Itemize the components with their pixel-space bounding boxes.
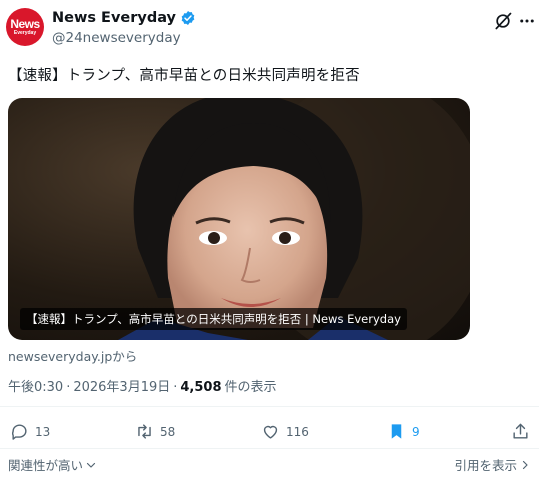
- meta-separator: ·: [66, 380, 71, 395]
- bookmark-icon: [391, 424, 402, 439]
- more-options-icon[interactable]: [518, 12, 536, 30]
- grok-icon[interactable]: [493, 11, 513, 31]
- card-source-link[interactable]: newseveryday.jpから: [8, 346, 137, 365]
- meta-separator: ·: [173, 380, 178, 395]
- author-name-row: News Everyday: [52, 10, 196, 26]
- avatar[interactable]: News Everyday: [6, 8, 44, 46]
- like-count: 116: [286, 424, 309, 439]
- display-name[interactable]: News Everyday: [52, 10, 176, 26]
- reply-count: 13: [35, 424, 51, 439]
- tweet-date[interactable]: 2026年3月19日: [73, 376, 170, 395]
- tweet-time[interactable]: 午後0:30: [8, 376, 63, 395]
- avatar-logo-text: News: [10, 17, 40, 31]
- bookmark-count: 9: [412, 424, 420, 439]
- views-count: 4,508: [180, 380, 222, 395]
- reply-icon: [11, 424, 27, 440]
- news-photo: [118, 98, 470, 340]
- repost-icon: [138, 424, 151, 439]
- sort-label: 関連性が高い: [8, 458, 84, 473]
- action-bar: 13 58 116 9: [0, 422, 539, 444]
- view-quotes-link[interactable]: 引用を表示: [454, 455, 531, 474]
- share-button[interactable]: [511, 422, 530, 441]
- verified-badge-icon: [181, 11, 195, 25]
- reply-button[interactable]: 13: [10, 422, 50, 441]
- heart-icon: [263, 425, 278, 439]
- tweet-meta: 午後0:30 · 2026年3月19日 · 4,508 件の表示: [8, 376, 277, 395]
- repost-count: 58: [160, 424, 176, 439]
- divider: [0, 448, 539, 449]
- share-icon: [513, 423, 528, 439]
- card-caption: 【速報】トランプ、高市早苗との日米共同声明を拒否 | News Everyday: [20, 308, 407, 330]
- bookmark-button[interactable]: 9: [387, 422, 420, 441]
- repost-button[interactable]: 58: [135, 422, 175, 441]
- chevron-right-icon: [522, 460, 528, 469]
- account-handle[interactable]: @24newseveryday: [52, 30, 181, 46]
- chevron-down-icon: [86, 462, 96, 468]
- sort-relevance-dropdown[interactable]: 関連性が高い: [8, 455, 97, 474]
- link-card[interactable]: 【速報】トランプ、高市早苗との日米共同声明を拒否 | News Everyday: [8, 98, 470, 340]
- divider: [0, 406, 539, 407]
- quotes-label: 引用を表示: [454, 458, 517, 473]
- like-button[interactable]: 116: [261, 422, 309, 441]
- tweet-text: 【速報】トランプ、高市早苗との日米共同声明を拒否: [8, 68, 360, 84]
- avatar-logo-subtext: Everyday: [13, 30, 37, 36]
- views-label: 件の表示: [224, 380, 277, 395]
